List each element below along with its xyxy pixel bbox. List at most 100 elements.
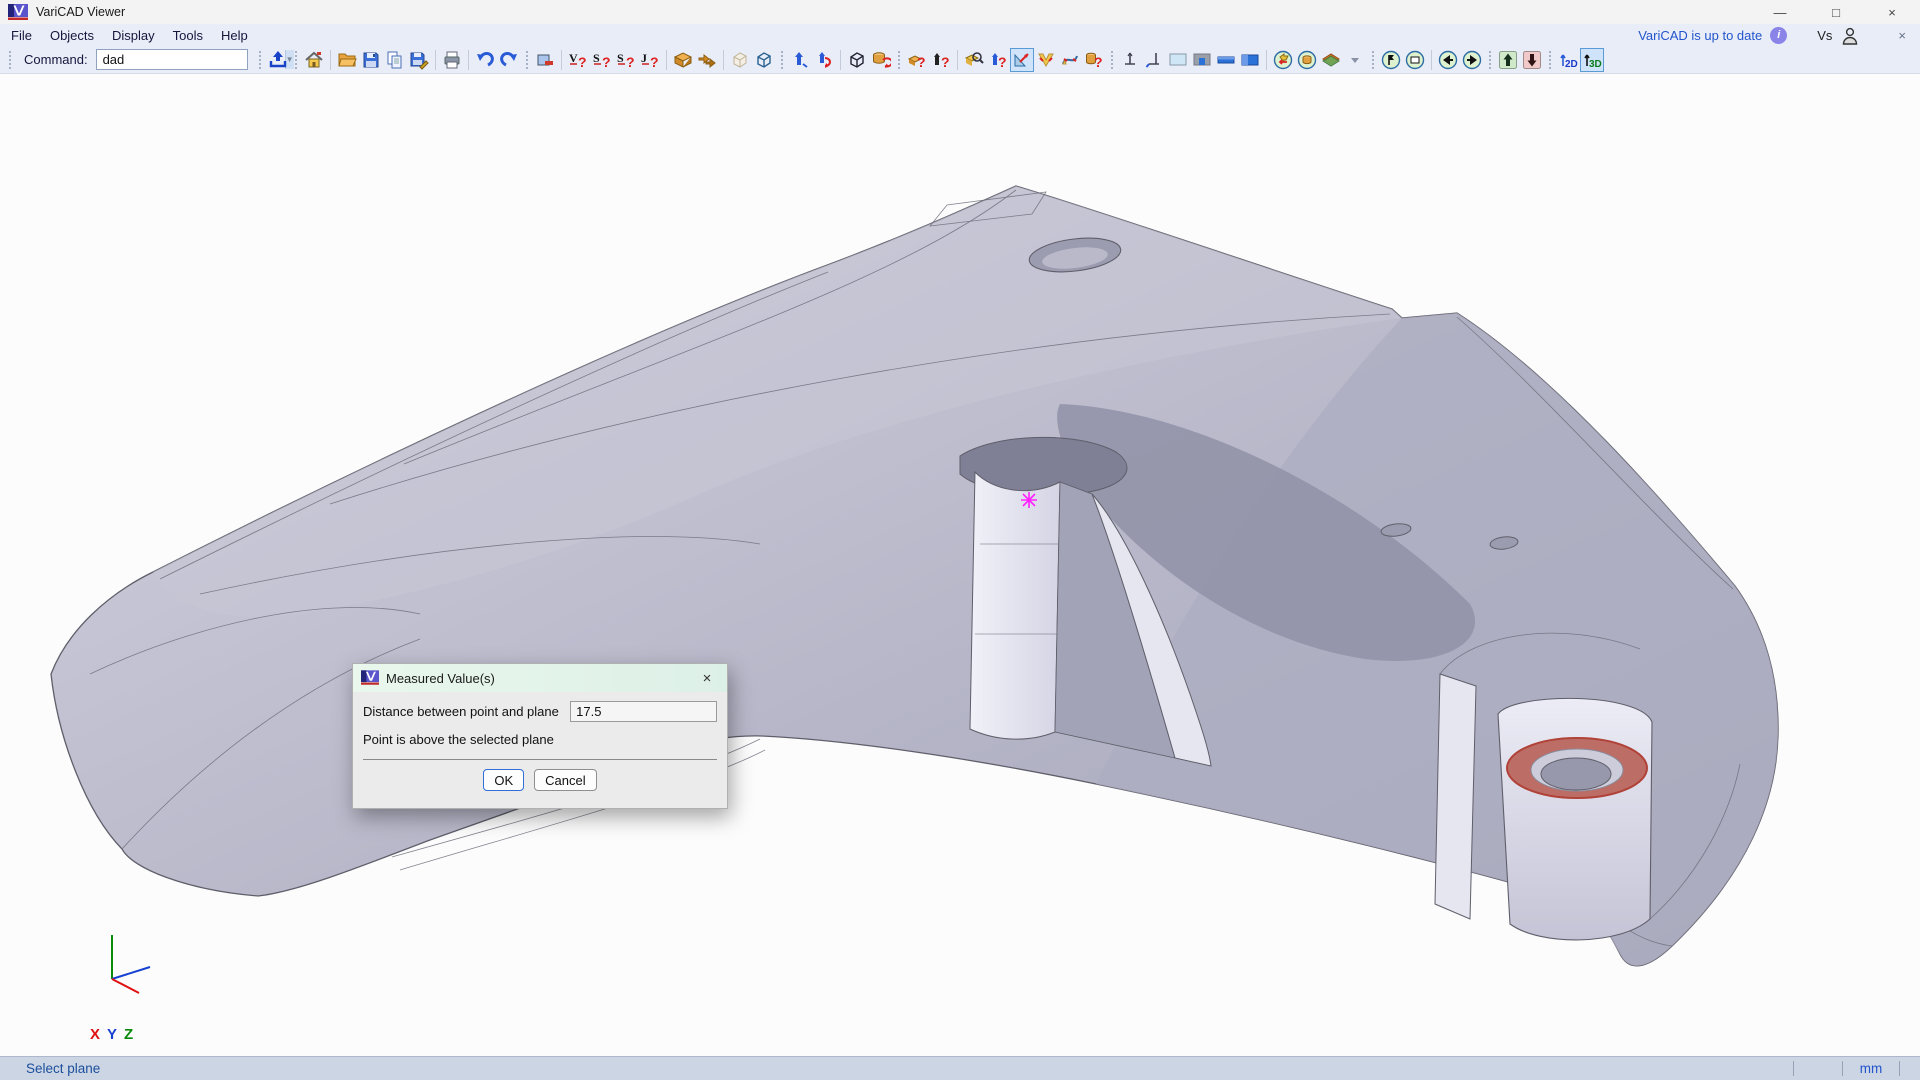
measure-point-icon[interactable]: ? — [986, 48, 1010, 72]
pan-view-icon[interactable] — [533, 48, 557, 72]
model-viewport[interactable]: XYZ Measured Value(s) × Distance between… — [0, 74, 1920, 1056]
dialog-close-icon[interactable]: × — [695, 670, 719, 687]
rotate-solid-icon[interactable] — [869, 48, 893, 72]
dialog-body: Distance between point and plane 17.5 Po… — [353, 692, 727, 791]
toolbar-grip[interactable] — [1372, 51, 1374, 69]
measure-point-plane-icon[interactable] — [1010, 48, 1034, 72]
axis-label-y: Y — [107, 1026, 117, 1043]
mode-2d-icon[interactable]: 2D — [1556, 48, 1580, 72]
minimize-icon[interactable]: — — [1752, 0, 1808, 24]
varicad-logo-icon — [8, 4, 28, 21]
user-account-icon[interactable] — [1840, 26, 1860, 45]
menu-display[interactable]: Display — [103, 28, 164, 43]
open-file-icon[interactable] — [335, 48, 359, 72]
plane-tool-icon[interactable] — [1142, 48, 1166, 72]
toolbar-grip[interactable] — [9, 51, 11, 69]
insert-part-icon[interactable] — [671, 48, 695, 72]
render-mode-icon[interactable] — [1319, 48, 1343, 72]
zoom-solid-icon[interactable] — [962, 48, 986, 72]
menu-file[interactable]: File — [2, 28, 41, 43]
rotate-object-icon[interactable] — [812, 48, 836, 72]
home-icon[interactable] — [302, 48, 326, 72]
toolbar-separator — [561, 50, 562, 70]
axis-labels: XYZ — [90, 1026, 133, 1043]
wireframe-view-icon[interactable] — [752, 48, 776, 72]
axis-label-z: Z — [124, 1026, 133, 1043]
close-icon[interactable]: × — [1864, 0, 1920, 24]
load-view-icon[interactable] — [1496, 48, 1520, 72]
toolbar-grip[interactable] — [295, 51, 297, 69]
toolbar-grip[interactable] — [1111, 51, 1113, 69]
measure-curve-icon[interactable] — [1058, 48, 1082, 72]
dialog-note: Point is above the selected plane — [363, 732, 717, 747]
main-toolbar: Command: ▼ V?S?S?J?????2D3D — [0, 46, 1920, 74]
window-title: VariCAD Viewer — [36, 5, 125, 19]
calc-surface-icon[interactable]: S? — [590, 48, 614, 72]
pane-split-icon[interactable] — [1214, 48, 1238, 72]
cad-model[interactable] — [0, 74, 1920, 1056]
status-bar: Select plane mm — [0, 1056, 1920, 1080]
notification-close-icon[interactable]: × — [1898, 28, 1906, 43]
save-view-icon[interactable] — [1520, 48, 1544, 72]
axis-tool-icon[interactable] — [1118, 48, 1142, 72]
toolbar-grip[interactable] — [259, 51, 261, 69]
send-command-icon[interactable] — [266, 48, 290, 72]
calc-section-icon[interactable]: S? — [614, 48, 638, 72]
svg-text:?: ? — [602, 54, 611, 70]
measure-angle-icon[interactable] — [1034, 48, 1058, 72]
distance-field-label: Distance between point and plane — [363, 704, 570, 719]
view-previous-icon[interactable] — [1436, 48, 1460, 72]
viewport-plain-icon[interactable] — [1166, 48, 1190, 72]
toolbar-grip[interactable] — [898, 51, 900, 69]
svg-text:S: S — [593, 51, 600, 65]
calc-volume-icon[interactable]: V? — [566, 48, 590, 72]
svg-text:?: ? — [998, 54, 1007, 70]
title-bar[interactable]: VariCAD Viewer —□× — [0, 0, 1920, 24]
solid-preview-icon[interactable] — [728, 48, 752, 72]
axis-triad — [112, 935, 150, 993]
cancel-button[interactable]: Cancel — [534, 769, 596, 791]
dialog-title-bar[interactable]: Measured Value(s) × — [353, 664, 727, 692]
boss-cylinder[interactable] — [1435, 674, 1652, 940]
render-mode-dropdown-icon[interactable] — [1343, 48, 1367, 72]
save-as-icon[interactable] — [407, 48, 431, 72]
toolbar-grip[interactable] — [1489, 51, 1491, 69]
unit-indicator: mm — [1843, 1061, 1899, 1076]
distance-value-field[interactable]: 17.5 — [570, 701, 717, 722]
view-next-icon[interactable] — [1460, 48, 1484, 72]
dialog-title: Measured Value(s) — [386, 671, 495, 686]
measure-cylinder-icon[interactable]: ? — [1082, 48, 1106, 72]
identify-solid-icon[interactable]: ? — [905, 48, 929, 72]
zoom-previous-icon[interactable] — [1271, 48, 1295, 72]
menu-items: FileObjectsDisplayToolsHelp — [2, 28, 257, 43]
toolbar-grip[interactable] — [781, 51, 783, 69]
menu-help[interactable]: Help — [212, 28, 257, 43]
import-export-icon[interactable] — [695, 48, 719, 72]
maximize-icon[interactable]: □ — [1808, 0, 1864, 24]
redo-icon[interactable] — [497, 48, 521, 72]
svg-text:?: ? — [578, 54, 587, 70]
menu-bar: FileObjectsDisplayToolsHelp VariCAD is u… — [0, 24, 1920, 46]
mode-3d-icon[interactable]: 3D — [1580, 48, 1604, 72]
zoom-window-icon[interactable] — [1403, 48, 1427, 72]
pane-full-icon[interactable] — [1238, 48, 1262, 72]
save-icon[interactable] — [359, 48, 383, 72]
undo-icon[interactable] — [473, 48, 497, 72]
toolbar-grip[interactable] — [526, 51, 528, 69]
menu-objects[interactable]: Objects — [41, 28, 103, 43]
transform-cube-icon[interactable] — [845, 48, 869, 72]
toolbar-separator — [330, 50, 331, 70]
toolbar-separator — [840, 50, 841, 70]
zoom-factor-icon[interactable] — [1379, 48, 1403, 72]
identify-point-icon[interactable]: ? — [929, 48, 953, 72]
zoom-on-solid-icon[interactable] — [1295, 48, 1319, 72]
copy-icon[interactable] — [383, 48, 407, 72]
print-icon[interactable] — [440, 48, 464, 72]
menu-tools[interactable]: Tools — [164, 28, 212, 43]
toolbar-grip[interactable] — [1549, 51, 1551, 69]
calc-inertia-icon[interactable]: J? — [638, 48, 662, 72]
move-object-icon[interactable] — [788, 48, 812, 72]
ok-button[interactable]: OK — [483, 769, 524, 791]
viewport-shaded-icon[interactable] — [1190, 48, 1214, 72]
info-icon[interactable]: i — [1770, 27, 1787, 44]
